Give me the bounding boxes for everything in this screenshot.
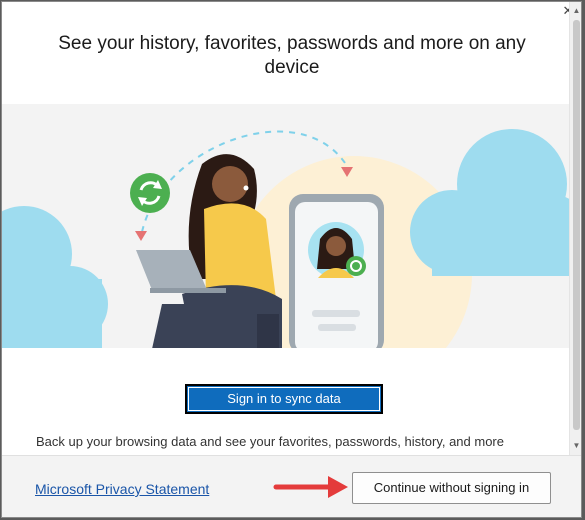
scroll-thumb[interactable] [573,20,580,430]
dialog-footer: Microsoft Privacy Statement Continue wit… [2,455,581,517]
arrow-head-left [135,231,147,241]
sync-icon [130,173,170,213]
dialog-heading: See your history, favorites, passwords a… [58,33,526,78]
cloud-right [410,129,569,276]
sync-dialog: ✕ See your history, favorites, passwords… [1,1,582,518]
description-text: Back up your browsing data and see your … [36,434,504,449]
sign-in-sync-button[interactable]: Sign in to sync data [185,384,383,414]
cloud-left [2,206,108,348]
red-arrow-icon [273,476,348,498]
phone [289,194,384,348]
vertical-scrollbar[interactable]: ▲ ▼ [569,2,581,455]
sync-illustration [2,104,569,348]
continue-without-signing-in-button[interactable]: Continue without signing in [352,472,551,504]
privacy-statement-link[interactable]: Microsoft Privacy Statement [35,481,209,497]
scroll-down-icon[interactable]: ▼ [572,441,581,451]
scroll-up-icon[interactable]: ▲ [572,6,581,16]
